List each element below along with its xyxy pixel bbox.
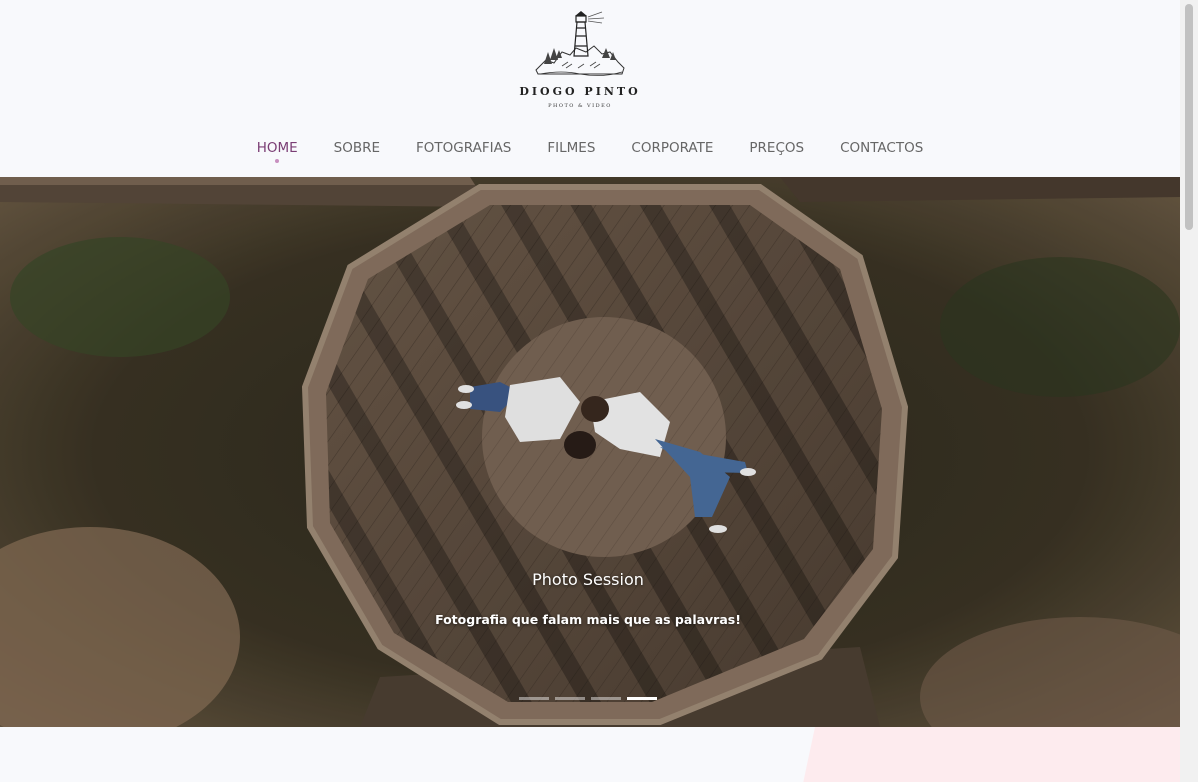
nav-item-corporate[interactable]: CORPORATE (631, 140, 713, 156)
logo-name: DIOGO PINTO (519, 85, 641, 98)
active-indicator-dot (275, 159, 280, 163)
carousel-indicator-3[interactable] (591, 697, 621, 700)
page-scrollbar[interactable] (1180, 0, 1198, 782)
carousel-indicator-4[interactable] (627, 697, 657, 700)
nav-item-label: PREÇOS (749, 140, 805, 156)
logo-subtitle: PHOTO & VIDEO (548, 103, 612, 109)
carousel-indicator-2[interactable] (555, 697, 585, 700)
main-nav: HOME SOBRE FOTOGRAFIAS FILMES CORPORATE … (0, 140, 1180, 163)
carousel-indicator-1[interactable] (519, 697, 549, 700)
nav-item-precos[interactable]: PREÇOS (749, 140, 804, 156)
nav-item-home[interactable]: HOME (256, 140, 298, 163)
nav-item-fotografias[interactable]: FOTOGRAFIAS (416, 140, 511, 156)
carousel-indicators (519, 697, 657, 700)
nav-item-label: FILMES (547, 140, 596, 156)
lighthouse-logo-icon (535, 11, 625, 76)
hero-image (0, 177, 1180, 727)
hero-title: Photo Session (532, 570, 644, 589)
page: DIOGO PINTO PHOTO & VIDEO HOME SOBRE FOT… (0, 0, 1198, 782)
next-section (0, 727, 1180, 782)
site-logo[interactable]: DIOGO PINTO PHOTO & VIDEO (518, 8, 642, 112)
nav-item-filmes[interactable]: FILMES (547, 140, 595, 156)
nav-item-sobre[interactable]: SOBRE (334, 140, 380, 156)
scrollbar-thumb[interactable] (1185, 4, 1193, 230)
pink-decorative-shape (797, 727, 1180, 782)
hero-carousel[interactable]: Photo Session Fotografia que falam mais … (0, 177, 1180, 727)
nav-item-label: HOME (256, 140, 298, 156)
site-header: DIOGO PINTO PHOTO & VIDEO HOME SOBRE FOT… (0, 0, 1180, 177)
nav-item-label: CONTACTOS (840, 140, 924, 156)
nav-item-label: SOBRE (333, 140, 381, 156)
hero-subtitle: Fotografia que falam mais que as palavra… (435, 612, 741, 627)
nav-item-contactos[interactable]: CONTACTOS (840, 140, 923, 156)
nav-item-label: CORPORATE (631, 140, 714, 156)
nav-item-label: FOTOGRAFIAS (416, 140, 512, 156)
